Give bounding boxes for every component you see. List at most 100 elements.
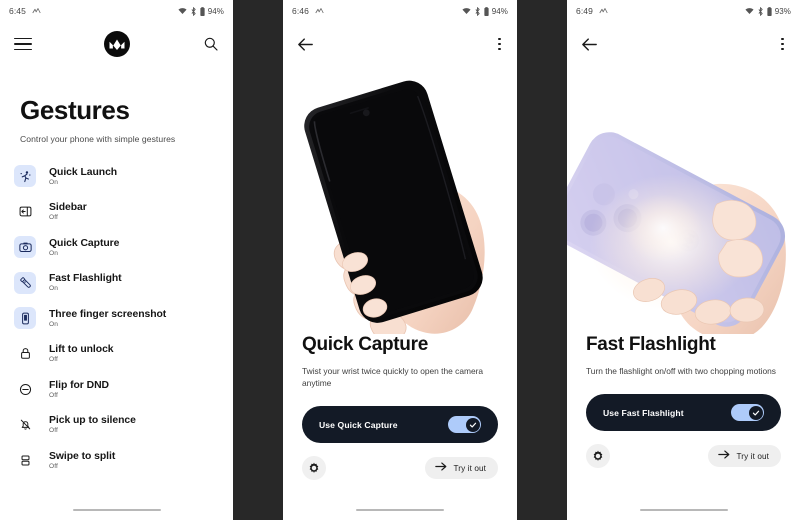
status-bar: 6:49 93% (567, 0, 800, 22)
system-nav-bar (0, 500, 233, 520)
home-gesture-bar[interactable] (72, 508, 161, 512)
detail-description: Twist your wrist twice quickly to open t… (302, 366, 484, 389)
hero-illustration-fast-flashlight (567, 66, 800, 334)
do-not-disturb-icon (14, 378, 36, 400)
split-screen-icon (14, 449, 36, 471)
detail-content: Fast Flashlight Turn the flashlight on/o… (567, 334, 800, 469)
try-it-out-button[interactable]: Try it out (708, 445, 781, 468)
detail-description: Turn the flashlight on/off with two chop… (586, 366, 776, 376)
home-gesture-bar[interactable] (639, 508, 728, 512)
check-icon (465, 417, 480, 432)
use-quick-capture-toggle-row[interactable]: Use Quick Capture (302, 406, 498, 444)
app-bar (0, 22, 233, 66)
list-item-label: Quick Launch (49, 166, 118, 178)
list-item-quick-capture[interactable]: Quick Capture On (14, 230, 227, 266)
list-item-sidebar[interactable]: Sidebar Off (14, 194, 227, 230)
bluetooth-icon (190, 6, 197, 16)
status-time: 6:45 (9, 6, 26, 16)
status-time: 6:49 (576, 6, 593, 16)
bluetooth-icon (757, 6, 764, 16)
back-arrow-icon[interactable] (581, 37, 598, 52)
list-item-state: On (49, 178, 58, 186)
list-item-label: Three finger screenshot (49, 308, 167, 320)
quick-launch-icon (14, 165, 36, 188)
detail-actions: Try it out (586, 444, 781, 469)
home-gesture-bar[interactable] (356, 508, 444, 512)
motorola-logo (103, 31, 130, 57)
page-title: Gestures (20, 95, 130, 125)
hand-holding-lavender-phone-artwork (567, 132, 786, 334)
panel-separator-1 (233, 0, 283, 520)
arrow-right-icon (718, 447, 730, 465)
wifi-icon (745, 7, 754, 15)
list-item-state: Off (49, 356, 58, 364)
lock-icon (14, 343, 36, 365)
try-it-out-label: Try it out (453, 463, 486, 473)
panel-fast-flashlight: 6:49 93% Fast Flashlight Turn the flashl… (567, 0, 800, 520)
back-arrow-icon[interactable] (297, 37, 314, 52)
battery-percent: 93% (774, 6, 791, 16)
page-subtitle: Control your phone with simple gestures (20, 133, 176, 144)
try-it-out-button[interactable]: Try it out (425, 457, 498, 480)
app-activity-icon (599, 7, 608, 16)
list-item-label: Lift to unlock (49, 344, 114, 356)
list-item-flip-for-dnd[interactable]: Flip for DND Off (14, 372, 227, 408)
system-nav-bar (567, 500, 800, 520)
gear-icon[interactable] (586, 444, 610, 469)
more-options-icon[interactable] (779, 34, 786, 55)
detail-title: Quick Capture (302, 334, 428, 355)
toggle-label: Use Quick Capture (319, 419, 398, 430)
hand-holding-black-phone-artwork (304, 80, 485, 334)
list-item-swipe-to-split[interactable]: Swipe to split Off (14, 443, 227, 479)
app-activity-icon (32, 7, 41, 16)
screenshot-icon (14, 307, 36, 330)
list-item-state: Off (49, 462, 58, 470)
flashlight-icon (14, 271, 36, 294)
list-item-label: Swipe to split (49, 450, 116, 462)
try-it-out-label: Try it out (736, 451, 769, 461)
sidebar-icon (14, 201, 36, 223)
detail-content: Quick Capture Twist your wrist twice qui… (283, 334, 517, 481)
gear-icon[interactable] (302, 456, 326, 481)
hamburger-menu-icon[interactable] (14, 37, 32, 51)
battery-icon (484, 6, 489, 16)
wifi-icon (462, 7, 471, 15)
list-item-state: Off (49, 391, 58, 399)
hero-illustration-quick-capture (283, 66, 517, 334)
status-icons: 93% (745, 6, 791, 16)
list-item-quick-launch[interactable]: Quick Launch On (14, 159, 227, 195)
panel-quick-capture: 6:46 94% Quick Capture Twist your wrist … (283, 0, 517, 520)
list-item-lift-to-unlock[interactable]: Lift to unlock Off (14, 336, 227, 372)
list-item-three-finger-screenshot[interactable]: Three finger screenshot On (14, 301, 227, 337)
battery-icon (767, 6, 772, 16)
app-bar (283, 22, 517, 66)
detail-title: Fast Flashlight (586, 334, 716, 355)
arrow-right-icon (435, 459, 447, 477)
list-item-label: Quick Capture (49, 237, 120, 249)
toggle-switch[interactable] (448, 416, 481, 434)
battery-icon (200, 6, 205, 16)
panel-separator-2 (517, 0, 567, 520)
app-activity-icon (315, 7, 324, 16)
list-item-state: Off (49, 427, 58, 435)
gestures-list: Quick Launch On Sidebar Off Quick Captur… (0, 159, 233, 479)
toggle-switch[interactable] (731, 404, 764, 422)
bluetooth-icon (474, 6, 481, 16)
battery-percent: 94% (491, 6, 508, 16)
status-time: 6:46 (292, 6, 309, 16)
battery-percent: 94% (207, 6, 224, 16)
list-item-state: On (49, 285, 58, 293)
list-item-label: Pick up to silence (49, 415, 136, 427)
detail-actions: Try it out (302, 456, 498, 481)
system-nav-bar (283, 500, 517, 520)
more-options-icon[interactable] (496, 34, 503, 55)
list-item-state: On (49, 320, 58, 328)
bell-off-icon (14, 414, 36, 436)
page-header: Gestures Control your phone with simple … (0, 66, 233, 144)
list-item-fast-flashlight[interactable]: Fast Flashlight On (14, 265, 227, 301)
use-fast-flashlight-toggle-row[interactable]: Use Fast Flashlight (586, 394, 781, 432)
search-icon[interactable] (203, 36, 219, 52)
toggle-label: Use Fast Flashlight (603, 407, 684, 418)
list-item-pick-up-to-silence[interactable]: Pick up to silence Off (14, 407, 227, 443)
status-bar: 6:46 94% (283, 0, 517, 22)
